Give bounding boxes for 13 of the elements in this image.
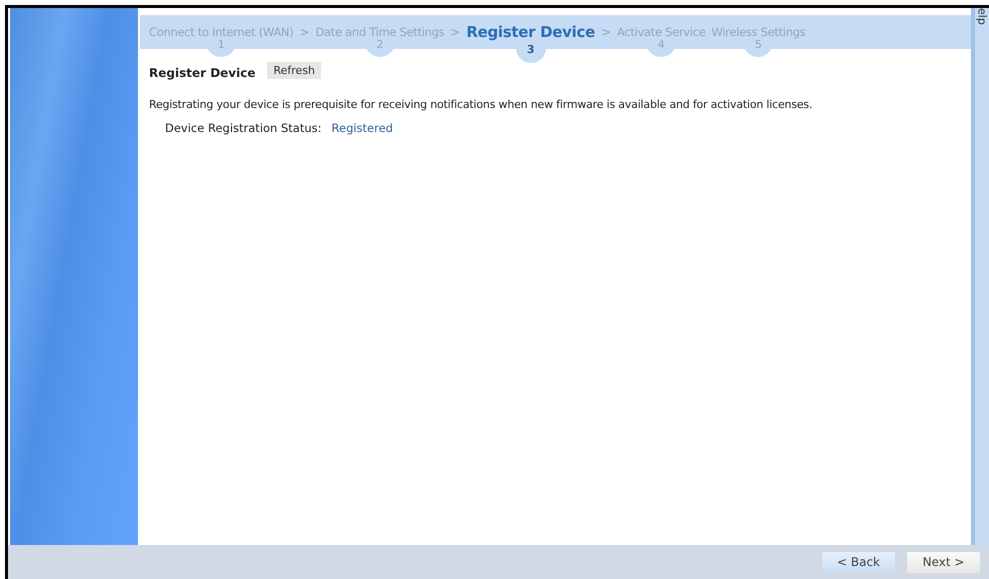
help-tab-label: elp	[976, 8, 988, 27]
description-text: Registrating your device is prerequisite for receiving notifications when new firmware is available and for activation licenses.	[149, 98, 814, 111]
status-label: Device Registration Status:	[165, 121, 322, 135]
status-value: Registered	[332, 121, 393, 135]
step-separator: >	[600, 25, 612, 39]
next-button[interactable]: Next >	[906, 550, 981, 574]
step-label[interactable]: Register Device	[466, 23, 595, 41]
refresh-button[interactable]: Refresh	[267, 62, 322, 78]
back-button[interactable]: < Back	[821, 550, 896, 574]
step-separator: >	[450, 25, 460, 39]
step-separator: >	[299, 25, 310, 39]
section-title: Register Device	[149, 66, 256, 80]
help-tab[interactable]: elp	[971, 8, 989, 545]
